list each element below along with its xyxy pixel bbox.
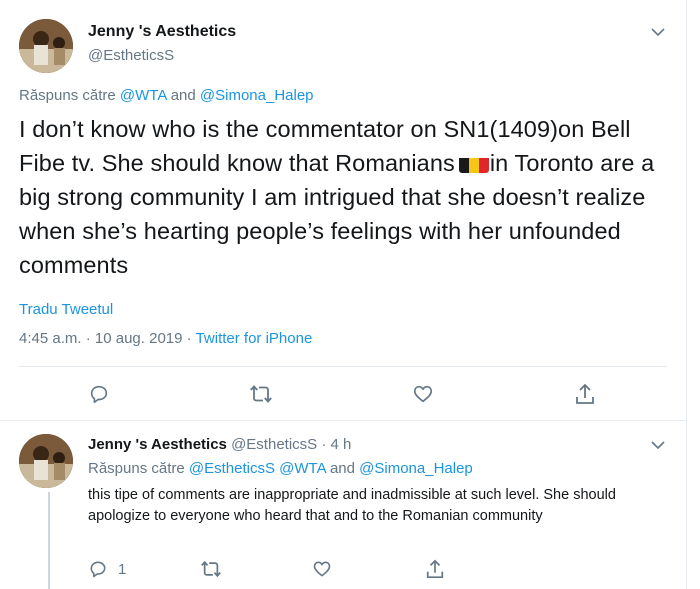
divider <box>19 366 667 367</box>
author-handle[interactable]: @EstheticsS <box>88 47 174 64</box>
meta-dot: · <box>85 330 91 347</box>
reply-header: Jenny 's Aesthetics @EstheticsS · 4 h <box>88 436 351 453</box>
thread-line <box>48 492 50 589</box>
translate-tweet-link[interactable]: Tradu Tweetul <box>19 301 113 318</box>
reply-count: 1 <box>118 560 127 578</box>
meta-dot-2: · <box>186 330 192 347</box>
tweet-text: I don’t know who is the commentator on S… <box>19 112 679 282</box>
avatar[interactable] <box>19 19 73 73</box>
mention-wta[interactable]: @WTA <box>120 87 167 104</box>
reply-avatar[interactable] <box>19 434 73 488</box>
reply-author-handle[interactable]: @EstheticsS <box>231 436 317 453</box>
like-icon <box>413 385 433 403</box>
retweet-button[interactable] <box>200 559 222 579</box>
replying-to: Răspuns către @WTA and @Simona_Halep <box>19 87 314 104</box>
like-button[interactable] <box>312 559 332 579</box>
reply-author-name[interactable]: Jenny 's Aesthetics <box>88 436 227 453</box>
author-name[interactable]: Jenny 's Aesthetics <box>88 23 236 41</box>
reply-icon <box>90 385 108 404</box>
reply-prefix: Răspuns către <box>88 460 185 477</box>
reply-age[interactable]: 4 h <box>331 436 352 453</box>
retweet-icon <box>201 560 221 578</box>
tweet-metadata: 4:45 a.m. · 10 aug. 2019 · Twitter for i… <box>19 330 312 347</box>
reply-replying-to: Răspuns către @EstheticsS @WTA and @Simo… <box>88 460 473 477</box>
romania-flag-emoji <box>458 153 489 173</box>
like-button[interactable] <box>412 383 434 405</box>
retweet-icon <box>250 385 272 403</box>
reply-icon <box>90 561 106 578</box>
mention-simona-halep[interactable]: @Simona_Halep <box>200 87 314 104</box>
share-button[interactable] <box>574 382 596 406</box>
mention-wta[interactable]: @WTA <box>279 460 326 477</box>
share-button[interactable] <box>425 558 445 580</box>
like-icon <box>313 561 331 577</box>
reply-button[interactable]: 1 <box>88 559 126 579</box>
reply-and: and <box>329 460 355 477</box>
tweet-source[interactable]: Twitter for iPhone <box>196 330 313 347</box>
mention-simona-halep[interactable]: @Simona_Halep <box>359 460 473 477</box>
share-icon <box>576 383 594 404</box>
mention-estheticss[interactable]: @EstheticsS <box>189 460 275 477</box>
flag-stripe-2 <box>468 158 479 173</box>
share-icon <box>426 559 444 579</box>
flag-stripe-1 <box>458 158 469 173</box>
avatar-photo <box>19 434 73 488</box>
tweet-separator <box>0 420 686 421</box>
tweet-time[interactable]: 4:45 a.m. <box>19 330 82 347</box>
reply-text: this tipe of comments are inappropriate … <box>88 487 616 524</box>
tweet-detail-panel: Jenny 's Aesthetics @EstheticsS Răspuns … <box>0 0 687 589</box>
flag-stripe-3 <box>478 158 489 173</box>
avatar-photo <box>19 19 73 73</box>
reply-prefix: Răspuns către <box>19 87 116 104</box>
reply-button[interactable] <box>88 383 110 405</box>
retweet-button[interactable] <box>249 383 273 405</box>
chevron-down-icon[interactable] <box>651 440 665 450</box>
chevron-down-icon[interactable] <box>651 27 665 37</box>
reply-and: and <box>170 87 196 104</box>
tweet-date[interactable]: 10 aug. 2019 <box>95 330 183 347</box>
reply-dot: · <box>321 436 327 453</box>
